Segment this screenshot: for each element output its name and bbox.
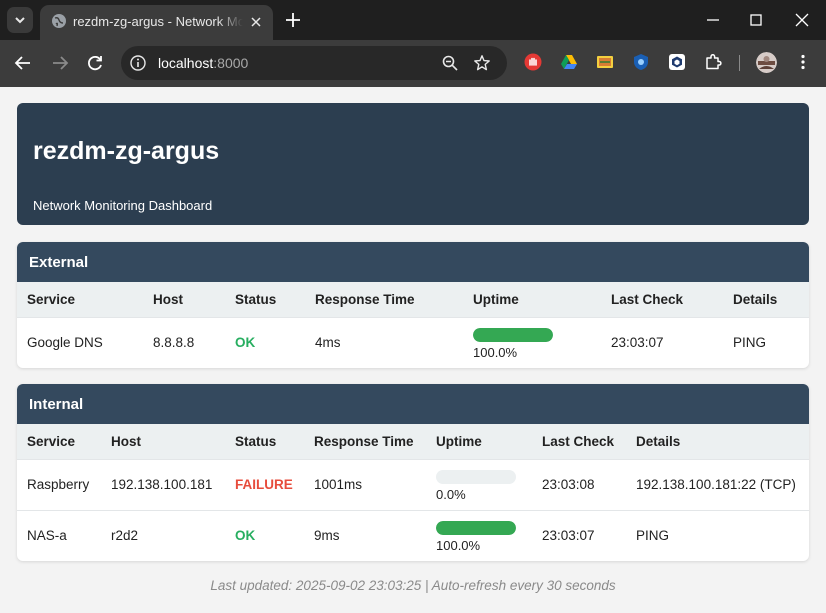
minimize-icon[interactable] (705, 12, 721, 28)
column-header: Details (626, 424, 809, 459)
table-row: Google DNS 8.8.8.8 OK 4ms 100.0% 23:03:0… (17, 316, 809, 368)
service-host: r2d2 (101, 509, 225, 561)
uptime-percent: 100.0% (436, 538, 481, 554)
column-header: Service (17, 424, 101, 459)
service-host: 8.8.8.8 (143, 316, 225, 368)
last-check: 23:03:07 (532, 509, 626, 561)
uptime-cell: 0.0% (426, 458, 532, 510)
toolbar-divider (739, 55, 740, 71)
last-check: 23:03:08 (532, 458, 626, 510)
column-header: Host (143, 282, 225, 317)
shield-extension-icon[interactable] (632, 53, 650, 71)
page-title: rezdm-zg-argus (33, 137, 220, 165)
column-header: Status (225, 424, 304, 459)
services-table: Service Host Status Response Time Uptime… (17, 424, 809, 561)
service-details: 192.138.100.181:22 (TCP) (626, 458, 809, 510)
column-header: Host (101, 424, 225, 459)
footer-status: Last updated: 2025-09-02 23:03:25 | Auto… (210, 578, 616, 593)
table-row: Raspberry 192.138.100.181 FAILURE 1001ms… (17, 458, 809, 510)
service-name: NAS-a (17, 509, 101, 561)
browser-tab[interactable]: rezdm-zg-argus - Network Monitoring Dash… (40, 5, 273, 40)
response-time: 1001ms (304, 458, 426, 510)
browser-toolbar: localhost:8000 (0, 40, 826, 87)
table-row: NAS-a r2d2 OK 9ms 100.0% 23:03:07 PING (17, 509, 809, 561)
status-badge: OK (225, 509, 304, 561)
section-title: External (17, 242, 809, 282)
table-header-row: Service Host Status Response Time Uptime… (17, 424, 809, 459)
site-info-icon[interactable] (129, 54, 147, 72)
star-icon[interactable] (473, 54, 491, 72)
services-table: Service Host Status Response Time Uptime… (17, 282, 809, 368)
column-header: Uptime (463, 282, 601, 317)
reload-icon[interactable] (85, 53, 105, 73)
uptime-bar-fill (436, 521, 516, 536)
stop-extension-icon[interactable] (524, 53, 542, 71)
status-badge: OK (225, 316, 305, 368)
page-viewport: rezdm-zg-argus Network Monitoring Dashbo… (0, 87, 826, 613)
response-time: 9ms (304, 509, 426, 561)
maximize-icon[interactable] (748, 12, 764, 28)
status-badge: FAILURE (225, 458, 304, 510)
address-bar[interactable]: localhost:8000 (121, 46, 507, 80)
response-time: 4ms (305, 316, 463, 368)
page-subtitle: Network Monitoring Dashboard (33, 198, 213, 213)
dashboard-header: rezdm-zg-argus Network Monitoring Dashbo… (17, 103, 809, 225)
column-header: Response Time (304, 424, 426, 459)
section-internal: Internal Service Host Status Response Ti… (17, 384, 809, 561)
uptime-percent: 0.0% (436, 487, 466, 502)
tab-search-button[interactable] (7, 7, 33, 33)
uptime-percent: 100.0% (473, 345, 518, 361)
globe-icon (52, 14, 66, 28)
zoom-icon[interactable] (441, 54, 459, 72)
profile-avatar[interactable] (756, 52, 777, 73)
column-header: Details (723, 282, 809, 317)
service-name: Raspberry (17, 458, 101, 510)
url-host: localhost (158, 55, 214, 71)
section-title: Internal (17, 384, 809, 424)
puzzle-icon[interactable] (704, 53, 722, 71)
column-header: Service (17, 282, 143, 317)
drive-icon[interactable] (560, 53, 578, 71)
uptime-bar (436, 470, 516, 484)
uptime-cell: 100.0% (426, 509, 532, 561)
column-header: Uptime (426, 424, 532, 459)
column-header: Last Check (601, 282, 723, 317)
column-header: Response Time (305, 282, 463, 317)
extension-icon[interactable] (596, 53, 614, 71)
uptime-bar (436, 521, 516, 536)
column-header: Last Check (532, 424, 626, 459)
cube-extension-icon[interactable] (668, 53, 686, 71)
close-window-icon[interactable] (794, 12, 810, 28)
uptime-cell: 100.0% (463, 316, 601, 368)
tab-strip: rezdm-zg-argus - Network Monitoring Dash… (0, 0, 826, 40)
plus-icon[interactable] (284, 11, 302, 29)
service-host: 192.138.100.181 (101, 458, 225, 510)
service-details: PING (626, 509, 809, 561)
service-details: PING (723, 316, 809, 368)
close-icon[interactable] (248, 14, 264, 30)
section-external: External Service Host Status Response Ti… (17, 242, 809, 368)
uptime-bar (473, 328, 553, 343)
tab-title: rezdm-zg-argus - Network Monitoring Dash… (73, 14, 243, 29)
uptime-bar-fill (473, 328, 553, 343)
service-name: Google DNS (17, 316, 143, 368)
last-check: 23:03:07 (601, 316, 723, 368)
url-port: :8000 (213, 55, 249, 71)
column-header: Status (225, 282, 305, 317)
chevron-down-icon (15, 17, 25, 24)
forward-icon[interactable] (50, 53, 70, 73)
url-text[interactable]: localhost:8000 (158, 55, 248, 71)
more-menu-icon[interactable] (794, 53, 812, 71)
back-icon[interactable] (13, 53, 33, 73)
table-header-row: Service Host Status Response Time Uptime… (17, 282, 809, 317)
